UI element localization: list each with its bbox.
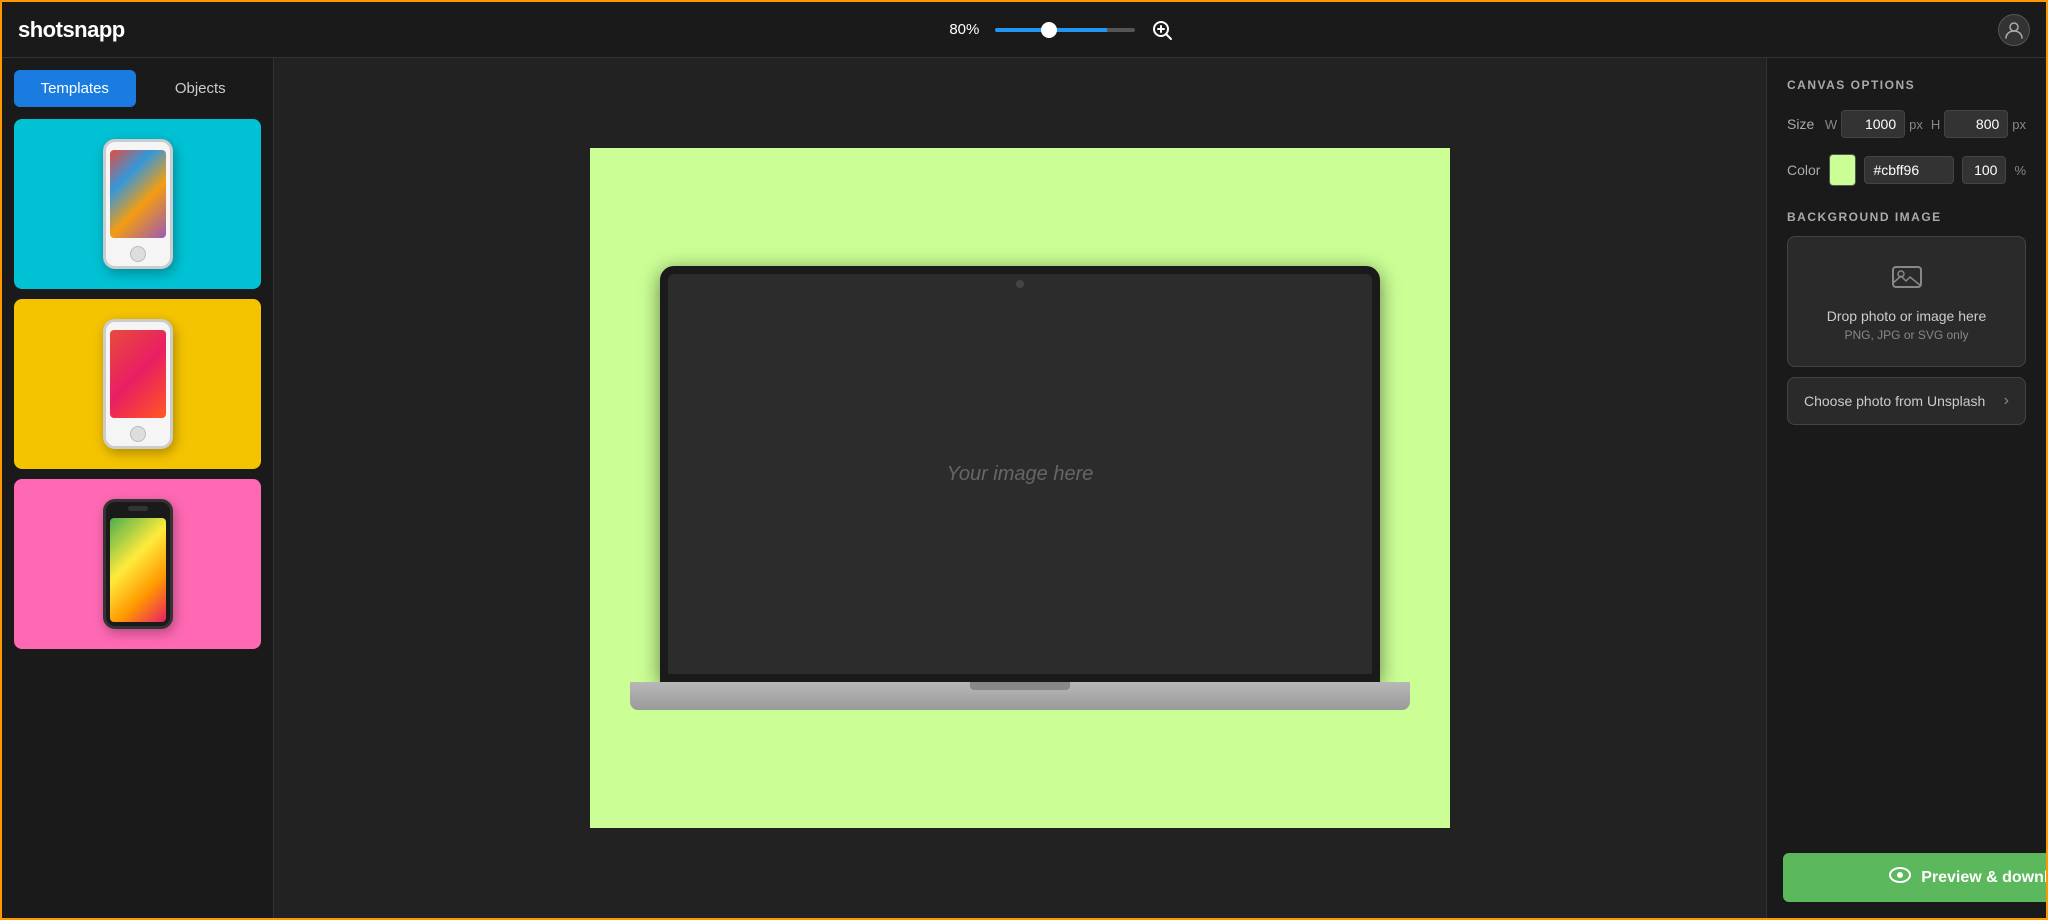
phone-home-btn-1 <box>130 246 146 262</box>
zoom-slider-container <box>995 28 1135 32</box>
tab-objects[interactable]: Objects <box>140 70 262 107</box>
sidebar-tabs: Templates Objects <box>2 58 273 107</box>
laptop-hinge <box>970 682 1070 690</box>
height-dim-label: H <box>1931 117 1940 132</box>
height-unit: px <box>2012 117 2026 132</box>
color-hex-input[interactable] <box>1864 156 1954 184</box>
template-list <box>2 107 273 918</box>
opacity-unit: % <box>2014 163 2026 178</box>
phone-screen-3 <box>110 518 166 622</box>
width-dim-label: W <box>1825 117 1837 132</box>
width-unit: px <box>1909 117 1923 132</box>
main-canvas: Your image here <box>274 58 1766 918</box>
color-row: Color % <box>1767 146 2046 194</box>
phone-home-btn-2 <box>130 426 146 442</box>
preview-download-button[interactable]: Preview & download <box>1783 853 2046 902</box>
color-label: Color <box>1787 162 1821 178</box>
laptop-image-placeholder: Your image here <box>947 463 1094 486</box>
phone-mockup-3 <box>103 499 173 629</box>
height-input[interactable] <box>1944 110 2008 138</box>
chevron-right-icon: › <box>2004 392 2009 410</box>
unsplash-button[interactable]: Choose photo from Unsplash › <box>1787 377 2026 425</box>
width-input-group: W px <box>1825 110 1923 138</box>
tab-templates[interactable]: Templates <box>14 70 136 107</box>
drop-image-icon <box>1812 261 2001 300</box>
size-row: Size W px H px <box>1767 102 2046 146</box>
phone-notch-3 <box>128 506 148 511</box>
color-swatch[interactable] <box>1829 154 1856 186</box>
zoom-slider[interactable] <box>995 28 1135 32</box>
eye-icon <box>1889 867 1911 888</box>
bg-image-header: BACKGROUND IMAGE <box>1787 210 2026 224</box>
template-card-3[interactable] <box>14 479 261 649</box>
sidebar-right: CANVAS OPTIONS Size W px H px Color % <box>1766 58 2046 918</box>
preview-download-label: Preview & download <box>1921 869 2046 887</box>
laptop-screen-outer: Your image here <box>660 266 1380 682</box>
drop-sub-text: PNG, JPG or SVG only <box>1812 328 2001 342</box>
zoom-value-label: 80% <box>949 21 979 38</box>
footer-right: Preview & download <box>1767 837 2046 918</box>
app-logo: shotsnapp <box>18 17 125 43</box>
color-opacity-input[interactable] <box>1962 156 2006 184</box>
sidebar-left: Templates Objects <box>2 58 274 918</box>
laptop-screen-inner: Your image here <box>668 274 1372 674</box>
size-label: Size <box>1787 116 1817 132</box>
template-card-1[interactable] <box>14 119 261 289</box>
canvas-options-header: CANVAS OPTIONS <box>1767 58 2046 102</box>
phone-screen-1 <box>110 150 166 238</box>
user-avatar[interactable] <box>1998 14 2030 46</box>
header-center: 80% <box>949 19 1173 41</box>
phone-screen-2 <box>110 330 166 418</box>
zoom-in-button[interactable] <box>1151 19 1173 41</box>
laptop-base <box>630 682 1410 710</box>
drop-zone[interactable]: Drop photo or image here PNG, JPG or SVG… <box>1787 236 2026 367</box>
drop-main-text: Drop photo or image here <box>1812 308 2001 324</box>
bg-image-section: BACKGROUND IMAGE Drop photo or image her… <box>1767 194 2046 433</box>
laptop-mockup: Your image here <box>660 266 1380 710</box>
canvas-background[interactable]: Your image here <box>590 148 1450 828</box>
phone-mockup-2 <box>103 319 173 449</box>
height-input-group: H px <box>1931 110 2026 138</box>
unsplash-label: Choose photo from Unsplash <box>1804 393 1985 409</box>
width-input[interactable] <box>1841 110 1905 138</box>
laptop-camera <box>1016 280 1024 288</box>
template-card-2[interactable] <box>14 299 261 469</box>
phone-mockup-1 <box>103 139 173 269</box>
